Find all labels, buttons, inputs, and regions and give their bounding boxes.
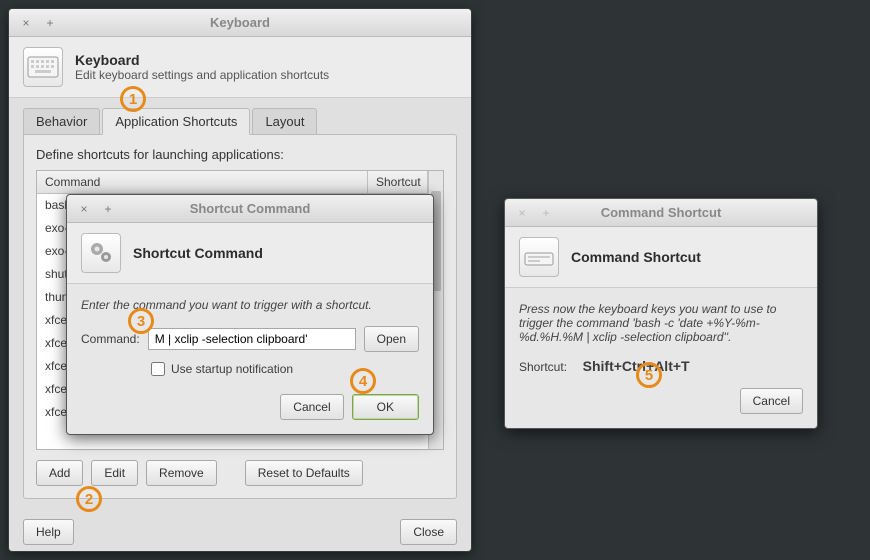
help-button[interactable]: Help [23, 519, 74, 545]
gear-icon [81, 233, 121, 273]
header-subtitle: Edit keyboard settings and application s… [75, 68, 329, 82]
header-title: Shortcut Command [133, 245, 263, 261]
keyboard-shortcut-icon [519, 237, 559, 277]
maximize-icon[interactable]: + [99, 200, 117, 218]
dialog-description: Press now the keyboard keys you want to … [519, 302, 803, 344]
titlebar: × + Shortcut Command [67, 195, 433, 223]
remove-button[interactable]: Remove [146, 460, 217, 486]
tab-layout[interactable]: Layout [252, 108, 317, 135]
cancel-button[interactable]: Cancel [740, 388, 803, 414]
shortcut-command-dialog: × + Shortcut Command Shortcut Command En… [66, 194, 434, 435]
maximize-icon[interactable]: + [537, 204, 555, 222]
shortcut-label: Shortcut: [519, 360, 579, 374]
add-button[interactable]: Add [36, 460, 83, 486]
startup-notification-checkbox[interactable] [151, 362, 165, 376]
titlebar: × + Command Shortcut [505, 199, 817, 227]
close-icon[interactable]: × [17, 14, 35, 32]
maximize-icon[interactable]: + [41, 14, 59, 32]
command-label: Command: [81, 332, 140, 346]
command-shortcut-dialog: × + Command Shortcut Command Shortcut Pr… [504, 198, 818, 429]
header-title: Command Shortcut [571, 249, 701, 265]
command-input[interactable] [148, 328, 356, 350]
column-header-command[interactable]: Command [37, 171, 368, 193]
close-icon[interactable]: × [513, 204, 531, 222]
close-icon[interactable]: × [75, 200, 93, 218]
startup-notification-label: Use startup notification [171, 362, 293, 376]
header-title: Keyboard [75, 52, 140, 68]
close-button[interactable]: Close [400, 519, 457, 545]
window-title: Keyboard [9, 15, 471, 30]
edit-button[interactable]: Edit [91, 460, 138, 486]
header: Shortcut Command [67, 223, 433, 284]
column-header-shortcut[interactable]: Shortcut [368, 171, 428, 193]
tab-application-shortcuts[interactable]: Application Shortcuts [102, 108, 250, 135]
header: Command Shortcut [505, 227, 817, 288]
keyboard-icon [23, 47, 63, 87]
shortcut-value: Shift+Ctrl+Alt+T [583, 358, 690, 374]
cancel-button[interactable]: Cancel [280, 394, 343, 420]
reset-defaults-button[interactable]: Reset to Defaults [245, 460, 363, 486]
panel-label: Define shortcuts for launching applicati… [36, 147, 444, 162]
titlebar: × + Keyboard [9, 9, 471, 37]
ok-button[interactable]: OK [352, 394, 419, 420]
open-button[interactable]: Open [364, 326, 419, 352]
dialog-description: Enter the command you want to trigger wi… [81, 298, 419, 312]
header: Keyboard Edit keyboard settings and appl… [9, 37, 471, 98]
tab-behavior[interactable]: Behavior [23, 108, 100, 135]
